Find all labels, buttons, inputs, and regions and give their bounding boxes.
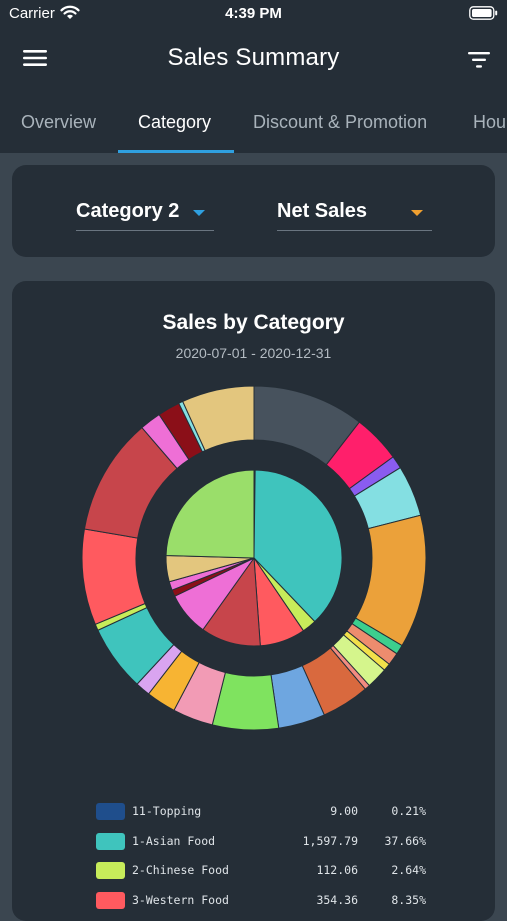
legend-swatch: [96, 832, 125, 850]
category-chevron-down-icon: [193, 210, 205, 216]
legend-value: 1,597.79: [302, 833, 358, 848]
legend-swatch: [96, 862, 125, 879]
page-title: Sales Summary: [167, 44, 340, 71]
legend-name: 2-Chinese Food: [132, 863, 229, 877]
clock-time: 4:39 PM: [225, 5, 282, 22]
app-header: Carrier 4:39 PM Sales Summary Overview C…: [0, 0, 507, 153]
filter-icon[interactable]: [467, 50, 491, 70]
legend-item[interactable]: 1-Asian Food 1,597.79 37.66%: [96, 831, 426, 861]
status-bar: Carrier 4:39 PM: [0, 0, 507, 28]
inner-pie-slice[interactable]: [165, 469, 255, 559]
metric-chevron-down-icon: [411, 210, 423, 216]
category-dropdown-label: Category 2: [76, 200, 180, 222]
legend-name: 1-Asian Food: [132, 833, 216, 848]
legend-value: 112.06: [316, 863, 358, 877]
legend-percent: 37.66%: [384, 833, 426, 848]
legend-item[interactable]: 3-Western Food 354.36 8.35%: [96, 890, 426, 920]
metric-dropdown[interactable]: Net Sales: [277, 198, 432, 231]
legend-value: 9.00: [330, 804, 358, 818]
filter-card: Category 2 Net Sales: [12, 165, 495, 257]
battery-icon: [469, 6, 498, 20]
legend-percent: 2.64%: [391, 863, 426, 877]
legend-percent: 0.21%: [391, 804, 426, 818]
tab-bar: Overview Category Discount & Promotion H…: [0, 100, 507, 153]
tab-overview[interactable]: Overview: [21, 112, 96, 133]
legend-item[interactable]: 11-Topping 9.00 0.21%: [96, 801, 426, 831]
category-dropdown[interactable]: Category 2: [76, 198, 214, 231]
chart-card: Sales by Category 2020-07-01 - 2020-12-3…: [12, 281, 495, 921]
metric-dropdown-label: Net Sales: [277, 200, 368, 222]
active-tab-indicator: [118, 150, 234, 153]
sales-category-donut-chart[interactable]: [12, 281, 495, 751]
legend-item[interactable]: 2-Chinese Food 112.06 2.64%: [96, 860, 426, 890]
legend-swatch: [96, 891, 125, 909]
chart-legend: 11-Topping 9.00 0.21% 1-Asian Food 1,597…: [96, 801, 426, 919]
tab-hourly[interactable]: Hou: [473, 112, 506, 133]
tab-discount-promotion[interactable]: Discount & Promotion: [253, 112, 427, 133]
tab-category[interactable]: Category: [138, 112, 211, 133]
legend-name: 11-Topping: [132, 804, 202, 818]
legend-swatch: [96, 803, 125, 820]
